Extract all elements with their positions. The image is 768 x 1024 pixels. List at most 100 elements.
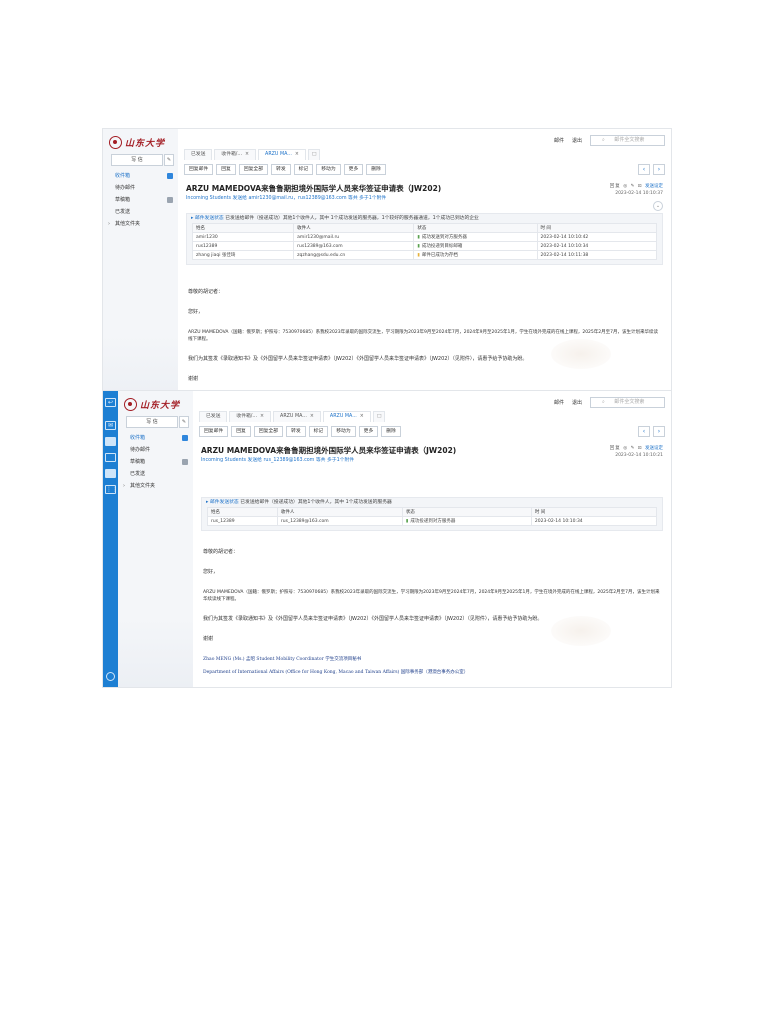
close-icon[interactable]: × xyxy=(245,152,249,157)
tab-label: 已发送 xyxy=(191,152,206,157)
calendar-icon[interactable] xyxy=(105,469,116,478)
email-subject: ARZU MAMEDOVA来鲁鲁期担境外国际学人员来华签证申请表（JW202) xyxy=(186,184,442,193)
new-tab-icon[interactable]: □ xyxy=(372,411,386,422)
new-tab-icon[interactable]: □ xyxy=(307,149,321,160)
col-recipient: 收件人 xyxy=(276,507,403,517)
reply-all-button[interactable]: 回复全部 xyxy=(253,426,284,437)
prev-icon[interactable]: ‹ xyxy=(638,164,650,175)
next-icon[interactable]: › xyxy=(653,426,665,437)
tab-inbox[interactable]: 收件箱/... × xyxy=(229,411,272,422)
tab-sent[interactable]: 已发送 xyxy=(184,149,213,160)
folder-label: 收件箱 xyxy=(115,173,131,179)
tab-label: 已发送 xyxy=(206,414,221,419)
delete-button[interactable]: 删除 xyxy=(366,164,386,175)
meta-actions[interactable]: 回复 ◎ ✎ ⊡ 发送设定 xyxy=(610,445,663,452)
tab-email-active[interactable]: ARZU MA... × xyxy=(322,411,371,422)
forward-button[interactable]: 转发 xyxy=(271,164,291,175)
folder-todo[interactable]: 待办邮件 xyxy=(103,182,178,194)
recipient-table: 姓名 收件人 状态 时 间 rus_12389 rus_12389@163.co… xyxy=(207,507,658,526)
apps-grid-icon[interactable]: ⋮⋮ xyxy=(105,485,118,494)
cell-recipient: rus_12389@163.com xyxy=(276,516,403,526)
compose-button[interactable]: 写 信 xyxy=(111,154,163,166)
user-link[interactable]: 邮件 xyxy=(554,399,564,406)
send-settings-link[interactable]: 发送设定 xyxy=(645,184,663,189)
close-icon[interactable]: × xyxy=(310,414,314,419)
back-icon[interactable]: ↩ xyxy=(105,398,116,407)
recipient-table: 姓名 收件人 状态 时 间 amir1230 amir1230@mail.ru … xyxy=(191,223,657,260)
tab-email[interactable]: ARZU MA... × xyxy=(273,411,321,422)
mail-screenshot-1: 山东大学 写 信 ✎ 收件箱 待办邮件 草稿箱 已发送 › 其他文件夹 邮件 退出… xyxy=(102,128,672,405)
sender-line[interactable]: Incoming Students 发送给 amir1230@mail.ru，r… xyxy=(186,194,386,201)
tab-label: ARZU MA... xyxy=(329,414,357,419)
action-icons: 回复 ◎ ✎ ⊡ xyxy=(609,184,643,189)
next-icon[interactable]: › xyxy=(653,164,665,175)
search-input[interactable]: ⌕ 邮件全文搜索 xyxy=(590,397,665,408)
sender-line[interactable]: Incoming Students 发送给 rus_12389@163.com … xyxy=(201,456,354,463)
close-icon[interactable]: × xyxy=(260,414,264,419)
expand-icon[interactable]: ⌄ xyxy=(653,201,663,211)
send-settings-link[interactable]: 发送设定 xyxy=(645,446,663,451)
nav-buttons: ‹ › xyxy=(635,164,665,175)
folder-inbox[interactable]: 收件箱 xyxy=(103,170,178,182)
close-icon[interactable]: × xyxy=(360,414,364,419)
folder-sent[interactable]: 已发送 xyxy=(103,206,178,218)
settings-icon[interactable] xyxy=(106,672,115,681)
delete-button[interactable]: 删除 xyxy=(381,426,401,437)
edit-icon[interactable]: ✎ xyxy=(164,154,174,166)
tab-bar: 已发送 收件箱/... × ARZU MA... × ARZU MA... × □ xyxy=(199,411,387,422)
search-input[interactable]: ⌕ 邮件全文搜索 xyxy=(590,135,665,146)
close-icon[interactable]: × xyxy=(295,152,299,157)
edit-icon[interactable]: ✎ xyxy=(179,416,189,428)
reply-button[interactable]: 回复 xyxy=(231,426,251,437)
reply-mail-button[interactable]: 回复邮件 xyxy=(199,426,229,437)
mail-icon[interactable]: ✉ xyxy=(105,421,116,430)
tab-sent[interactable]: 已发送 xyxy=(199,411,228,422)
search-placeholder: 邮件全文搜索 xyxy=(614,137,645,143)
folder-todo[interactable]: 待办邮件 xyxy=(118,444,193,456)
email-date: 2023-02-14 10:10:37 xyxy=(615,191,663,196)
status-summary-text: 已发送给邮件（投递成功）其他1个收件人，其中 1个成功发送的服务器，1个较好的服… xyxy=(225,216,479,221)
reply-button[interactable]: 回复 xyxy=(216,164,236,175)
drafts-badge xyxy=(167,197,173,203)
mark-button[interactable]: 标记 xyxy=(308,426,329,437)
folder-drafts[interactable]: 草稿箱 xyxy=(103,194,178,206)
folder-others[interactable]: › 其他文件夹 xyxy=(118,480,193,492)
more-button[interactable]: 更多 xyxy=(358,426,379,437)
reply-all-button[interactable]: 回复全部 xyxy=(238,164,269,175)
email-subject: ARZU MAMEDOVA来鲁鲁期担境外国际学人员来华签证申请表（JW202) xyxy=(201,446,457,455)
tab-email[interactable]: ARZU MA... × xyxy=(258,149,306,160)
logo-wordmark: 山东大学 xyxy=(125,138,166,149)
cell-status: 成功投递到对方服务器 xyxy=(401,516,532,526)
prev-icon[interactable]: ‹ xyxy=(638,426,650,437)
user-link[interactable]: 邮件 xyxy=(554,137,564,144)
table-row: rus_12389 rus_12389@163.com 成功投递到对方服务器 2… xyxy=(207,516,658,526)
chevron-right-icon: › xyxy=(123,483,125,489)
folder-sent[interactable]: 已发送 xyxy=(118,468,193,480)
folder-icon[interactable] xyxy=(105,453,116,462)
reply-mail-button[interactable]: 回复邮件 xyxy=(184,164,214,175)
meta-actions[interactable]: 回复 ◎ ✎ ⊡ 发送设定 xyxy=(610,183,663,190)
tab-inbox[interactable]: 收件箱/... × xyxy=(214,149,257,160)
contacts-icon[interactable] xyxy=(105,437,116,446)
status-summary: ▸ 邮件发送状态 已发送给邮件（投递成功）其他1个收件人，其中 1个成功发送的服… xyxy=(187,214,662,223)
col-name: 姓名 xyxy=(191,223,295,233)
status-toggle[interactable]: ▸ 邮件发送状态 xyxy=(191,216,224,221)
compose-button[interactable]: 写 信 xyxy=(126,416,178,428)
cell-name: amir1230 xyxy=(191,232,295,242)
move-button[interactable]: 移动为 xyxy=(316,164,341,175)
folder-list: 收件箱 待办邮件 草稿箱 已发送 › 其他文件夹 xyxy=(103,170,178,230)
mark-button[interactable]: 标记 xyxy=(293,164,314,175)
closing: 谢谢 xyxy=(188,376,199,382)
logout-link[interactable]: 退出 xyxy=(572,137,582,144)
tab-label: ARZU MA... xyxy=(265,152,292,157)
move-button[interactable]: 移动为 xyxy=(331,426,356,437)
folder-others[interactable]: › 其他文件夹 xyxy=(103,218,178,230)
logout-link[interactable]: 退出 xyxy=(572,399,582,406)
folder-inbox[interactable]: 收件箱 xyxy=(118,432,193,444)
status-toggle[interactable]: ▸ 邮件发送状态 xyxy=(206,500,239,505)
search-icon: ⌕ xyxy=(602,137,605,143)
folder-drafts[interactable]: 草稿箱 xyxy=(118,456,193,468)
unread-badge xyxy=(182,435,188,441)
more-button[interactable]: 更多 xyxy=(343,164,364,175)
forward-button[interactable]: 转发 xyxy=(286,426,306,437)
